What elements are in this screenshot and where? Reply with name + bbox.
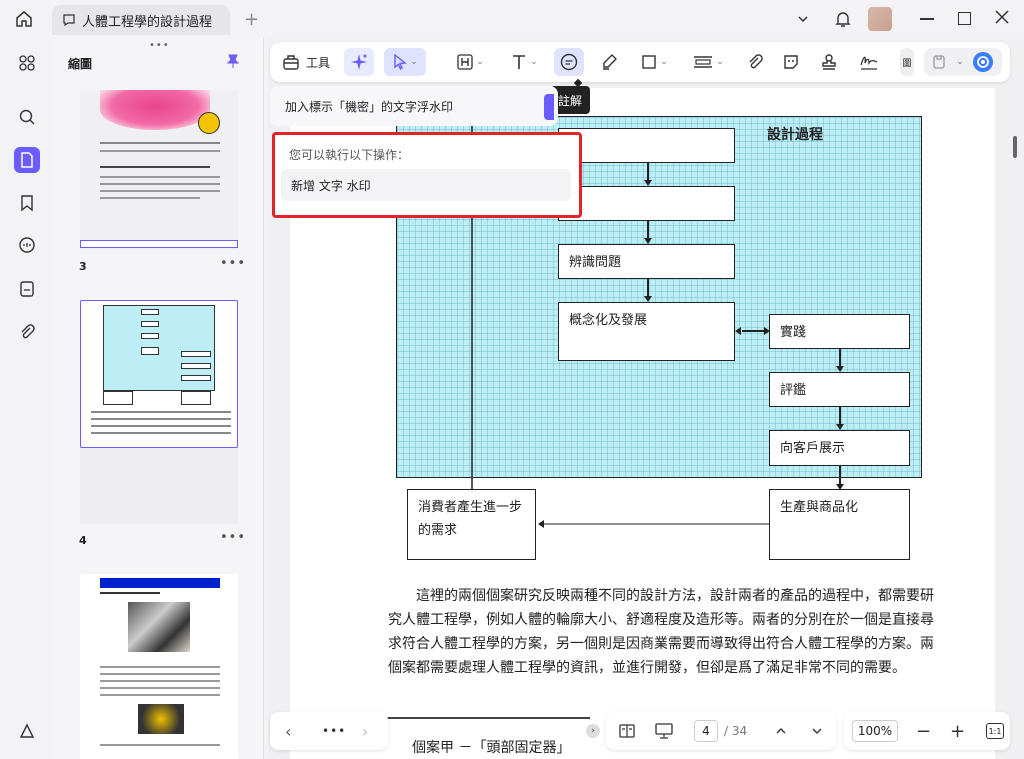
flow-box-concept-development: 概念化及發展 bbox=[558, 302, 735, 361]
signature-icon[interactable] bbox=[854, 48, 884, 76]
collapse-toggle-icon[interactable]: › bbox=[586, 724, 600, 738]
assistant-icon[interactable] bbox=[972, 51, 994, 73]
more-icon[interactable]: ••• bbox=[322, 724, 346, 738]
flow-box-analysis: 析 bbox=[558, 186, 735, 221]
submit-suggestion-button[interactable] bbox=[544, 94, 554, 120]
flow-box-evaluation: 評鑑 bbox=[769, 372, 910, 407]
stamp-icon[interactable] bbox=[814, 48, 844, 76]
next-arrow-icon[interactable]: › bbox=[362, 722, 368, 741]
tools-button[interactable]: 工具 bbox=[276, 48, 336, 76]
sticker-icon[interactable] bbox=[776, 48, 806, 76]
toolbox-icon bbox=[282, 53, 300, 71]
text-tool-button[interactable]: ⌄ bbox=[504, 48, 544, 76]
heading-tool-button[interactable]: ⌄ bbox=[450, 48, 490, 76]
measure-tool-button[interactable]: ⌄ bbox=[686, 48, 730, 76]
page-nav-pill: ‹ ••• › bbox=[270, 712, 388, 750]
save-icon[interactable] bbox=[932, 54, 946, 70]
zoom-out-button[interactable]: − bbox=[916, 721, 931, 742]
page-number-input[interactable]: 4 bbox=[694, 720, 718, 742]
watermark-suggestion-bar[interactable]: 加入標示「機密」的文字浮水印 bbox=[270, 86, 558, 126]
zoom-controls-pill: 100% − + 1:1 bbox=[844, 712, 1010, 750]
zoom-in-button[interactable]: + bbox=[950, 721, 965, 742]
shape-tool-button[interactable]: ⌄ bbox=[634, 48, 674, 76]
page-down-icon[interactable] bbox=[810, 724, 824, 738]
presentation-icon[interactable] bbox=[654, 722, 674, 740]
attachment-icon[interactable] bbox=[740, 48, 770, 76]
flow-box-implementation: 實踐 bbox=[769, 314, 910, 349]
actual-size-icon[interactable]: 1:1 bbox=[986, 723, 1004, 739]
chevron-down-icon[interactable]: ⌄ bbox=[956, 57, 964, 67]
flow-box-client-presentation: 向客戶展示 bbox=[769, 430, 910, 466]
zoom-level-input[interactable]: 100% bbox=[852, 720, 898, 742]
total-pages: / 34 bbox=[724, 724, 748, 738]
popup-title: 您可以執行以下操作： bbox=[289, 148, 410, 162]
flow-box-consumer-needs: 消費者產生進一步的需求 bbox=[407, 489, 536, 560]
flow-box-production: 生產與商品化 bbox=[769, 489, 910, 560]
flow-box-research: 究 bbox=[558, 128, 735, 163]
bottom-navigation: ‹ ••• › › 4 / 34 100% − + 1:1 bbox=[270, 712, 1010, 752]
ai-sparkle-button[interactable] bbox=[344, 48, 374, 76]
select-tool-button[interactable]: ⌄ bbox=[384, 48, 426, 76]
flow-box-identify-problem: 辨識問題 bbox=[558, 244, 735, 279]
highlighter-icon[interactable] bbox=[594, 48, 624, 76]
view-controls-pill: 4 / 34 bbox=[606, 712, 836, 750]
main-toolbar: 工具 ⌄ ⌄ ⌄ ⌄ ⌄ 圖 ⌄ bbox=[270, 42, 1010, 82]
suggestion-popup: 您可以執行以下操作： 新增 文字 水印 bbox=[272, 132, 582, 218]
page-layout-icon[interactable] bbox=[618, 723, 636, 739]
comment-tool-button[interactable] bbox=[554, 48, 584, 76]
add-text-watermark-action[interactable]: 新增 文字 水印 bbox=[281, 169, 571, 201]
previous-arrow-icon[interactable]: ‹ bbox=[285, 722, 291, 741]
more-tools-button[interactable]: 圖 bbox=[900, 48, 914, 76]
right-tools-group: ⌄ bbox=[924, 48, 1002, 76]
body-paragraph: 這裡的兩個個案研究反映兩種不同的設計方法，設計兩者的產品的過程中，都需要研究人體… bbox=[388, 588, 934, 676]
page-up-icon[interactable] bbox=[774, 724, 788, 738]
